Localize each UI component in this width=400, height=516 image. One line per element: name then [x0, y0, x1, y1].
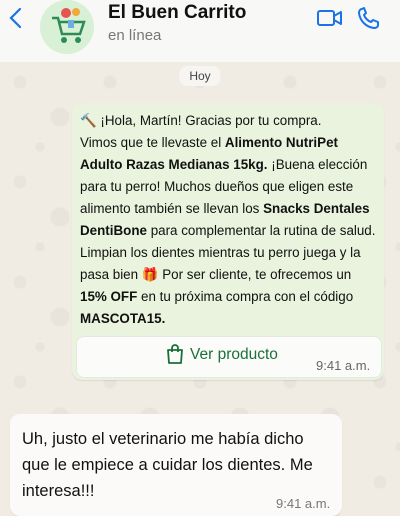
discount-text: 15% OFF — [80, 289, 138, 304]
incoming-message-text: 🔨 ¡Hola, Martín! Gracias por tu compra. … — [80, 110, 380, 330]
outgoing-timestamp: 9:41 a.m. — [276, 496, 331, 511]
message-text: Por ser cliente, te ofrecemos un — [158, 267, 352, 282]
message-text: en tu próxima compra con el código — [137, 289, 354, 304]
phone-icon[interactable] — [356, 6, 384, 30]
hammer-emoji: 🔨 — [80, 113, 97, 128]
coupon-code: MASCOTA15. — [80, 311, 166, 326]
day-separator: Hoy — [179, 66, 221, 86]
avatar[interactable] — [40, 0, 94, 54]
chat-title[interactable]: El Buen Carrito — [108, 2, 246, 24]
shopping-bag-icon — [164, 343, 186, 365]
chat-header: El Buen Carrito en línea — [0, 0, 400, 63]
online-status: en línea — [108, 27, 162, 44]
message-text: Vimos que te llevaste el — [80, 135, 225, 150]
gift-emoji: 🎁 — [141, 267, 159, 282]
greeting-text: ¡Hola, Martín! Gracias por tu compra. — [100, 113, 322, 128]
view-product-label[interactable]: Ver producto — [190, 346, 278, 364]
chevron-left-icon[interactable] — [6, 6, 30, 30]
video-call-icon[interactable] — [316, 6, 344, 30]
incoming-timestamp: 9:41 a.m. — [316, 358, 371, 373]
message-text: para complementar la rutina de salud. — [146, 223, 376, 238]
outgoing-message-text: Uh, justo el veterinario me había dicho … — [22, 430, 313, 500]
